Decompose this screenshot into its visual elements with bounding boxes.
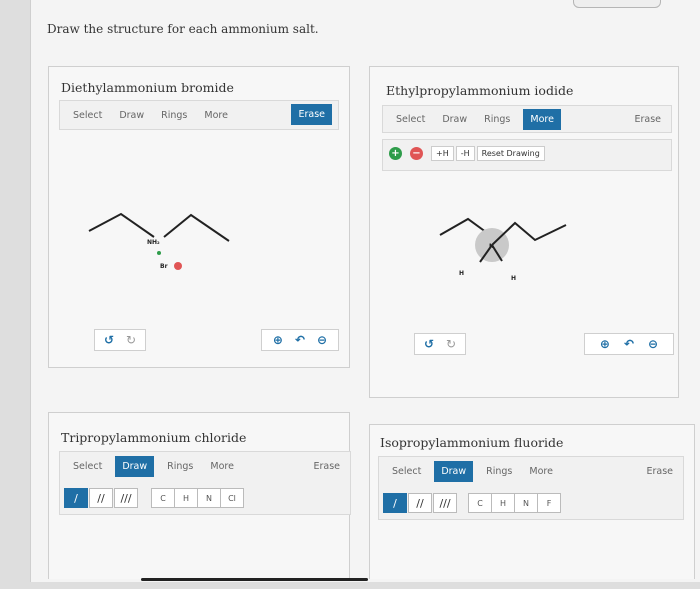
undo-icon[interactable]: ↺ <box>424 337 434 351</box>
page: Draw the structure for each ammonium sal… <box>30 0 700 582</box>
atom-n-button[interactable]: N <box>514 493 538 513</box>
atom-c-button[interactable]: C <box>151 488 175 508</box>
select-tool[interactable]: Select <box>69 458 106 475</box>
bond-buttons: / // /// <box>64 488 139 508</box>
atom-f-button[interactable]: F <box>537 493 561 513</box>
atom-c-button[interactable]: C <box>468 493 492 513</box>
erase-button[interactable]: Erase <box>642 463 677 480</box>
undo-redo-group: ↺ ↻ <box>414 333 466 355</box>
zoom-out-icon[interactable]: ⊖ <box>648 337 658 351</box>
bond-atom-row: / // /// C H N F <box>378 485 684 520</box>
horizontal-scrollbar[interactable] <box>141 578 368 581</box>
reset-drawing-button[interactable]: Reset Drawing <box>476 146 545 161</box>
redo-icon[interactable]: ↻ <box>446 337 456 351</box>
bond-buttons: / // /// <box>383 493 458 513</box>
triple-bond-button[interactable]: /// <box>114 488 138 508</box>
panel-isopropylammonium-fluoride: Isopropylammonium fluoride Select Draw R… <box>369 424 695 579</box>
drawing-toolbar: Select Draw Rings More Erase <box>378 456 684 486</box>
question-text: Draw the structure for each ammonium sal… <box>47 22 319 36</box>
zoom-reset-icon[interactable]: ↶ <box>624 337 634 351</box>
drawing-toolbar: Select Draw Rings More Erase <box>59 451 351 481</box>
select-tool[interactable]: Select <box>69 107 106 124</box>
draw-tool[interactable]: Draw <box>434 460 474 482</box>
charge-minus-icon <box>174 262 182 270</box>
draw-tool[interactable]: Draw <box>115 455 155 477</box>
atom-h-button[interactable]: H <box>174 488 198 508</box>
bond-line <box>163 213 230 242</box>
atom-label-h: H <box>459 270 465 277</box>
single-bond-button[interactable]: / <box>383 493 407 513</box>
more-tool[interactable]: More <box>523 108 561 130</box>
rings-tool[interactable]: Rings <box>157 107 191 124</box>
atom-label-br: Br <box>160 263 168 270</box>
draw-tool[interactable]: Draw <box>115 107 148 124</box>
rings-tool[interactable]: Rings <box>163 458 197 475</box>
atom-cl-button[interactable]: Cl <box>220 488 244 508</box>
atom-label-nh2: NH₂ <box>147 239 160 246</box>
add-negative-charge-icon[interactable]: − <box>410 147 423 160</box>
charge-tools: + − +H -H Reset Drawing <box>389 146 545 161</box>
select-tool[interactable]: Select <box>388 463 425 480</box>
more-tool[interactable]: More <box>525 463 557 480</box>
attempt-tab[interactable] <box>573 0 661 8</box>
double-bond-button[interactable]: // <box>89 488 113 508</box>
panel-title: Tripropylammonium chloride <box>61 430 247 445</box>
zoom-in-icon[interactable]: ⊕ <box>600 337 610 351</box>
zoom-group: ⊕ ↶ ⊖ <box>584 333 674 355</box>
panel-title: Diethylammonium bromide <box>61 80 234 95</box>
add-positive-charge-icon[interactable]: + <box>389 147 402 160</box>
molecule-drawing[interactable] <box>370 205 678 305</box>
more-tools-row: + − +H -H Reset Drawing <box>382 139 672 171</box>
erase-button[interactable]: Erase <box>291 104 332 125</box>
double-bond-button[interactable]: // <box>408 493 432 513</box>
charge-plus-icon <box>157 251 161 255</box>
drawing-toolbar: Select Draw Rings More Erase <box>382 105 672 133</box>
panel-tripropylammonium-chloride: Tripropylammonium chloride Select Draw R… <box>48 412 351 579</box>
select-tool[interactable]: Select <box>392 111 429 128</box>
rings-tool[interactable]: Rings <box>480 111 514 128</box>
single-bond-button[interactable]: / <box>64 488 88 508</box>
undo-redo-group: ↺ ↻ <box>94 329 146 351</box>
drawing-toolbar: Select Draw Rings More Erase <box>59 100 339 130</box>
remove-hydrogen-button[interactable]: -H <box>455 146 475 161</box>
atom-buttons: C H N Cl <box>151 488 244 508</box>
draw-tool[interactable]: Draw <box>438 111 471 128</box>
erase-button[interactable]: Erase <box>309 458 344 475</box>
zoom-out-icon[interactable]: ⊖ <box>317 333 327 347</box>
bond-line <box>88 212 155 238</box>
triple-bond-button[interactable]: /// <box>433 493 457 513</box>
atom-label-n: N <box>489 243 495 250</box>
more-tool[interactable]: More <box>206 458 238 475</box>
more-tool[interactable]: More <box>200 107 232 124</box>
panel-title: Ethylpropylammonium iodide <box>386 83 574 98</box>
atom-n-button[interactable]: N <box>197 488 221 508</box>
atom-label-h: H <box>511 275 517 282</box>
panel-ethylpropylammonium-iodide: Ethylpropylammonium iodide Select Draw R… <box>369 66 679 398</box>
undo-icon[interactable]: ↺ <box>104 333 114 347</box>
panel-title: Isopropylammonium fluoride <box>380 435 564 450</box>
rings-tool[interactable]: Rings <box>482 463 516 480</box>
zoom-in-icon[interactable]: ⊕ <box>273 333 283 347</box>
panel-diethylammonium-bromide: Diethylammonium bromide Select Draw Ring… <box>48 66 350 368</box>
add-hydrogen-button[interactable]: +H <box>431 146 454 161</box>
zoom-group: ⊕ ↶ ⊖ <box>261 329 339 351</box>
atom-h-button[interactable]: H <box>491 493 515 513</box>
molecule-drawing[interactable] <box>49 197 349 317</box>
erase-button[interactable]: Erase <box>630 111 665 128</box>
zoom-reset-icon[interactable]: ↶ <box>295 333 305 347</box>
atom-buttons: C H N F <box>468 493 561 513</box>
redo-icon[interactable]: ↻ <box>126 333 136 347</box>
bond-atom-row: / // /// C H N Cl <box>59 480 351 515</box>
